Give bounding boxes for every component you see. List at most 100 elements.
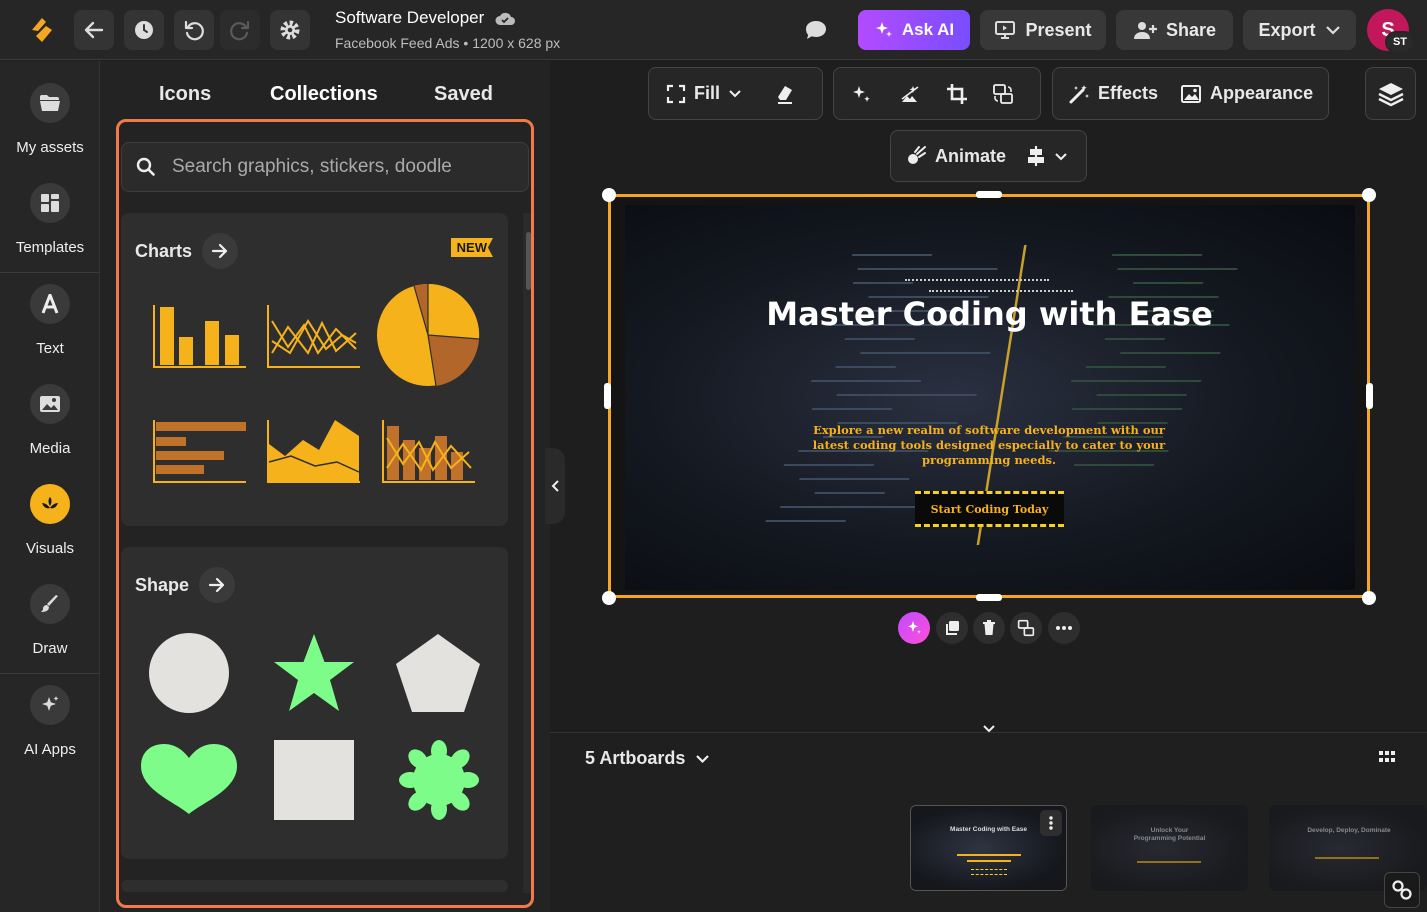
- rail-label-media: Media: [29, 440, 71, 457]
- rail-label-templates: Templates: [15, 239, 85, 256]
- selection-frame: [608, 194, 1370, 598]
- swap-image-icon[interactable]: [992, 83, 1014, 105]
- layers-icon: [1377, 82, 1404, 106]
- resize-handle-bottom-right[interactable]: [1362, 591, 1376, 605]
- redo-button[interactable]: [220, 10, 260, 50]
- effects-label: Effects: [1098, 83, 1159, 103]
- artboard-thumbnail[interactable]: Master Coding with Ease: [910, 805, 1067, 891]
- document-subtitle: Facebook Feed Ads • 1200 x 628 px: [335, 35, 561, 51]
- artboards-strip: 5 Artboards Master Coding with Ease Unlo…: [550, 732, 1427, 912]
- chevron-left-icon: [551, 480, 559, 492]
- more-options-button[interactable]: [1048, 612, 1080, 644]
- document-title[interactable]: Software Developer: [335, 8, 516, 28]
- magic-icon[interactable]: [850, 83, 872, 105]
- rail-icon-container: [30, 284, 70, 324]
- delete-button[interactable]: [973, 612, 1005, 644]
- ai-edit-button[interactable]: [898, 612, 930, 644]
- rail-icon-container: [30, 83, 70, 123]
- thumbnail-subtext-line: [957, 854, 1021, 856]
- tab-collections[interactable]: Collections: [270, 83, 378, 106]
- swap-image-icon: [1017, 619, 1035, 637]
- duplicate-button[interactable]: [936, 612, 968, 644]
- share-button[interactable]: Share: [1116, 10, 1233, 50]
- more-horizontal-icon: [1056, 626, 1072, 630]
- avatar-badge: ST: [1385, 31, 1415, 53]
- back-button[interactable]: [74, 10, 114, 50]
- rail-label-draw: Draw: [32, 640, 68, 657]
- crop-icon[interactable]: [946, 83, 968, 105]
- rail-icon-container: [30, 685, 70, 725]
- fill-button[interactable]: Fill: [666, 83, 742, 104]
- fit-frame-icon: [666, 84, 686, 103]
- tab-saved[interactable]: Saved: [434, 83, 493, 106]
- effects-button[interactable]: Effects: [1068, 83, 1158, 105]
- top-bar: Software Developer Facebook Feed Ads • 1…: [0, 0, 1427, 60]
- gear-icon: [280, 20, 300, 40]
- resize-handle-top-right[interactable]: [1362, 188, 1376, 202]
- remove-background-icon[interactable]: [899, 83, 921, 105]
- export-button[interactable]: Export: [1243, 10, 1356, 50]
- animation-options-button[interactable]: [1026, 145, 1068, 167]
- rail-item-text[interactable]: Text: [0, 262, 100, 358]
- thumbnail-menu-button[interactable]: [1040, 810, 1062, 836]
- settings-button[interactable]: [270, 10, 310, 50]
- comment-icon[interactable]: [803, 18, 829, 42]
- ask-ai-label: Ask AI: [901, 20, 955, 39]
- artboards-count-dropdown[interactable]: 5 Artboards: [585, 748, 710, 769]
- rail-icon-container: [30, 584, 70, 624]
- more-vertical-icon: [1049, 816, 1053, 830]
- rail-item-ai-apps[interactable]: AI Apps: [0, 663, 100, 759]
- link-button[interactable]: [1384, 872, 1420, 908]
- resize-handle-left[interactable]: [604, 383, 611, 409]
- animate-group: Animate: [890, 130, 1087, 182]
- ask-ai-button[interactable]: Ask AI: [858, 10, 970, 50]
- visuals-icon: [42, 497, 58, 509]
- rail-label-my-assets: My assets: [16, 139, 84, 156]
- monitor-icon: [995, 21, 1016, 39]
- present-button[interactable]: Present: [980, 10, 1106, 50]
- thumbnail-cta: [971, 869, 1007, 875]
- tab-icons[interactable]: Icons: [159, 83, 211, 106]
- rail-item-visuals[interactable]: Visuals: [0, 462, 100, 558]
- animate-button[interactable]: Animate: [905, 145, 1006, 167]
- resize-handle-right[interactable]: [1366, 383, 1373, 409]
- chevron-down-icon: [1325, 26, 1340, 35]
- magic-wand-icon: [1069, 84, 1089, 103]
- resize-handle-top-left[interactable]: [602, 188, 616, 202]
- animate-label: Animate: [935, 145, 1007, 166]
- undo-button[interactable]: [174, 10, 214, 50]
- grid-view-icon[interactable]: [1379, 751, 1395, 763]
- history-button[interactable]: [124, 10, 164, 50]
- collapse-panel-button[interactable]: [545, 448, 565, 524]
- chevron-down-icon: [729, 90, 741, 98]
- replace-button[interactable]: [1010, 612, 1042, 644]
- rail-item-templates[interactable]: Templates: [0, 161, 100, 257]
- eraser-button[interactable]: [776, 84, 794, 104]
- export-label: Export: [1258, 19, 1316, 40]
- panel-highlight-frame: [116, 119, 534, 908]
- thumbnail-background: [1091, 805, 1248, 891]
- layers-button[interactable]: [1365, 67, 1416, 120]
- rail-item-media[interactable]: Media: [0, 362, 100, 458]
- rail-item-my-assets[interactable]: My assets: [0, 61, 100, 157]
- resize-handle-bottom[interactable]: [976, 594, 1002, 601]
- image-icon: [40, 396, 60, 412]
- sparkle-icon: [42, 696, 59, 711]
- folder-icon: [40, 95, 60, 111]
- left-rail: My assets Templates Text Media Visuals D…: [0, 61, 100, 912]
- resize-handle-bottom-left[interactable]: [602, 591, 616, 605]
- resize-handle-top[interactable]: [976, 191, 1002, 198]
- trash-icon: [983, 620, 995, 635]
- animate-icon: [908, 146, 926, 164]
- image-tools-group: [833, 67, 1041, 120]
- thumbnail-subtext-line: [1315, 857, 1379, 859]
- panel-tabs: Icons Collections Saved: [100, 83, 550, 113]
- arrow-left-icon: [84, 21, 104, 39]
- chevron-down-icon: [696, 754, 710, 763]
- appearance-button[interactable]: Appearance: [1180, 83, 1313, 104]
- sparkle-icon: [875, 22, 892, 37]
- grid-icon: [41, 194, 59, 212]
- app-logo-icon[interactable]: [26, 14, 58, 46]
- rail-item-draw[interactable]: Draw: [0, 562, 100, 658]
- artboard-thumbnail[interactable]: Unlock Your Programming Potential: [1091, 805, 1248, 891]
